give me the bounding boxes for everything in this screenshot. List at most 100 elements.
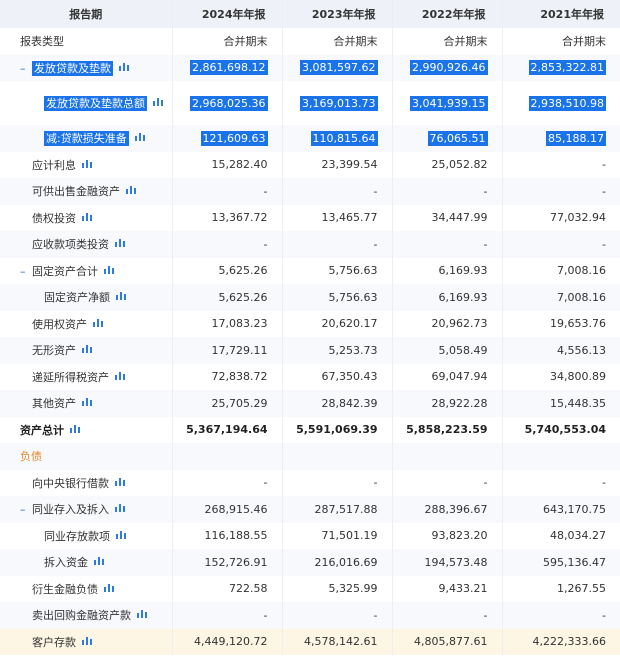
table-row[interactable]: 其他资产 25,705.29 28,842.39 28,922.28 15,448.35 <box>0 390 620 417</box>
value-cell: - <box>172 231 283 258</box>
row-label: 客户存款 <box>32 635 76 649</box>
table-row[interactable]: 无形资产 17,729.11 5,253.73 5,058.49 4,556.13 <box>0 337 620 364</box>
table-row[interactable]: 同业存放款项 116,188.55 71,501.19 93,823.20 48,034… <box>0 522 620 549</box>
value-cell: - <box>172 602 283 629</box>
header-period-2022[interactable]: 2022年年报 <box>392 0 503 28</box>
collapse-toggle-icon[interactable]: – <box>20 503 32 516</box>
value-cell: 2,938,510.98 <box>502 81 620 125</box>
bar-chart-icon[interactable] <box>134 131 145 142</box>
value-cell: - <box>172 178 283 205</box>
value-cell: 20,962.73 <box>392 310 503 337</box>
bar-chart-icon[interactable] <box>70 423 80 433</box>
bar-chart-icon[interactable] <box>115 502 125 513</box>
table-row[interactable]: 减:贷款损失准备 121,609.63 110,815.64 76,065.51 85,… <box>0 125 620 152</box>
value-cell: 2,861,698.12 <box>172 54 283 81</box>
table-row[interactable]: 使用权资产 17,083.23 20,620.17 20,962.73 19,653.7… <box>0 310 620 337</box>
bar-chart-icon[interactable] <box>104 582 114 592</box>
value-cell: 7,008.16 <box>502 258 620 285</box>
cell-value: 3,041,939.15 <box>410 95 488 111</box>
value-cell: - <box>392 178 503 205</box>
cell-value: 25,052.82 <box>431 158 488 172</box>
value-cell: - <box>392 602 503 629</box>
value-cell: 合并期末 <box>392 28 503 55</box>
table-row[interactable]: 向中央银行借款 - - - - <box>0 469 620 496</box>
value-cell: - <box>502 231 620 258</box>
value-cell: - <box>392 469 503 496</box>
bar-chart-icon[interactable] <box>153 96 163 106</box>
cell-value: 9,433.21 <box>438 582 488 596</box>
cell-value: 2,968,025.36 <box>190 95 268 111</box>
cell-value: - <box>602 476 606 490</box>
bar-chart-icon[interactable] <box>116 290 126 301</box>
bar-chart-icon[interactable] <box>115 476 125 486</box>
value-cell: 116,188.55 <box>172 522 283 549</box>
cell-value: 7,008.16 <box>557 264 606 278</box>
value-cell <box>392 443 503 470</box>
bar-chart-icon[interactable] <box>82 635 92 645</box>
table-row[interactable]: 应计利息 15,282.40 23,399.54 25,052.82 - <box>0 151 620 178</box>
header-report-period[interactable]: 报告期 <box>0 0 173 28</box>
bar-chart-icon[interactable] <box>116 529 126 539</box>
table-row[interactable]: 发放贷款及垫款总额 2,968,025.36 3,169,013.73 3,041,9… <box>0 81 620 125</box>
table-row[interactable]: 衍生金融负债 722.58 5,325.99 9,433.21 1,267.55 <box>0 575 620 603</box>
table-row[interactable]: 卖出回购金融资产款 - - - - <box>0 602 620 629</box>
value-cell: 9,433.21 <box>392 575 503 602</box>
bar-chart-icon[interactable] <box>93 317 103 327</box>
cell-value: 268,915.46 <box>204 502 268 516</box>
bar-chart-icon[interactable] <box>82 211 92 221</box>
collapse-toggle-icon[interactable]: – <box>20 62 32 75</box>
bar-chart-icon[interactable] <box>94 555 104 566</box>
value-cell: 4,556.13 <box>502 337 620 364</box>
table-row[interactable]: 报表类型 合并期末 合并期末 合并期末 合并期末 <box>0 28 620 55</box>
collapse-toggle-icon[interactable]: – <box>20 265 32 278</box>
table-row[interactable]: – 同业存入及拆入 268,915.46 287,517.88 288,396.67 64… <box>0 496 620 523</box>
bar-chart-icon[interactable] <box>119 61 129 71</box>
table-header: 报告期 2024年年报 2023年年报 2022年年报 2021年年报 <box>0 0 620 28</box>
bar-chart-icon[interactable] <box>137 608 147 619</box>
table-row[interactable]: 客户存款 4,449,120.72 4,578,142.61 4,805,877.61… <box>0 628 620 655</box>
row-label: 其他资产 <box>32 397 76 411</box>
value-cell: - <box>172 469 283 496</box>
cell-value: 17,083.23 <box>211 317 268 331</box>
row-label-cell: 同业存放款项 <box>0 522 173 549</box>
header-period-2023[interactable]: 2023年年报 <box>282 0 393 28</box>
cell-value: 69,047.94 <box>431 370 488 384</box>
bar-chart-icon[interactable] <box>104 264 114 274</box>
row-label-cell: 报表类型 <box>0 28 173 55</box>
value-cell: 5,253.73 <box>282 337 393 364</box>
cell-value: 93,823.20 <box>431 529 488 543</box>
value-cell: 69,047.94 <box>392 363 503 390</box>
value-cell: 268,915.46 <box>172 496 283 523</box>
cell-value: 34,800.89 <box>550 370 606 384</box>
table-row[interactable]: 拆入资金 152,726.91 216,016.69 194,573.48 595,13… <box>0 549 620 576</box>
value-cell: 4,222,333.66 <box>502 628 620 655</box>
table-row[interactable]: – 固定资产合计 5,625.26 5,756.63 6,169.93 7,008.16 <box>0 257 620 285</box>
cell-value: 13,367.72 <box>211 211 268 225</box>
value-cell: 1,267.55 <box>502 576 620 603</box>
value-cell: 合并期末 <box>172 28 283 55</box>
header-period-2021[interactable]: 2021年年报 <box>502 0 620 28</box>
table-row[interactable]: 递延所得税资产 72,838.72 67,350.43 69,047.94 34,800… <box>0 363 620 391</box>
table-row[interactable]: – 发放贷款及垫款 2,861,698.12 3,081,597.62 2,990,92… <box>0 54 620 81</box>
table-row[interactable]: 固定资产净额 5,625.26 5,756.63 6,169.93 7,008.16 <box>0 284 620 311</box>
bar-chart-icon[interactable] <box>115 237 125 248</box>
value-cell: 34,800.89 <box>502 364 620 391</box>
bar-chart-icon[interactable] <box>126 184 136 195</box>
cell-value: 28,842.39 <box>321 396 378 410</box>
table-row[interactable]: 债权投资 13,367.72 13,465.77 34,447.99 77,032.94 <box>0 204 620 231</box>
header-period-2024[interactable]: 2024年年报 <box>172 0 283 28</box>
bar-chart-icon[interactable] <box>82 396 92 407</box>
row-label: 卖出回购金融资产款 <box>32 609 131 623</box>
table-row[interactable]: 可供出售金融资产 - - - - <box>0 178 620 205</box>
value-cell: 5,756.63 <box>282 257 393 284</box>
value-cell: 15,282.40 <box>172 151 283 178</box>
table-row[interactable]: 应收款项类投资 - - - - <box>0 231 620 258</box>
cell-value: - <box>263 476 268 490</box>
bar-chart-icon[interactable] <box>82 343 92 354</box>
table-row[interactable]: 资产总计 5,367,194.64 5,591,069.39 5,858,223.59… <box>0 416 620 443</box>
bar-chart-icon[interactable] <box>115 370 125 380</box>
table-row[interactable]: 负债 <box>0 443 620 470</box>
value-cell: 13,465.77 <box>282 204 393 231</box>
row-label: 债权投资 <box>32 211 76 225</box>
bar-chart-icon[interactable] <box>82 158 92 168</box>
